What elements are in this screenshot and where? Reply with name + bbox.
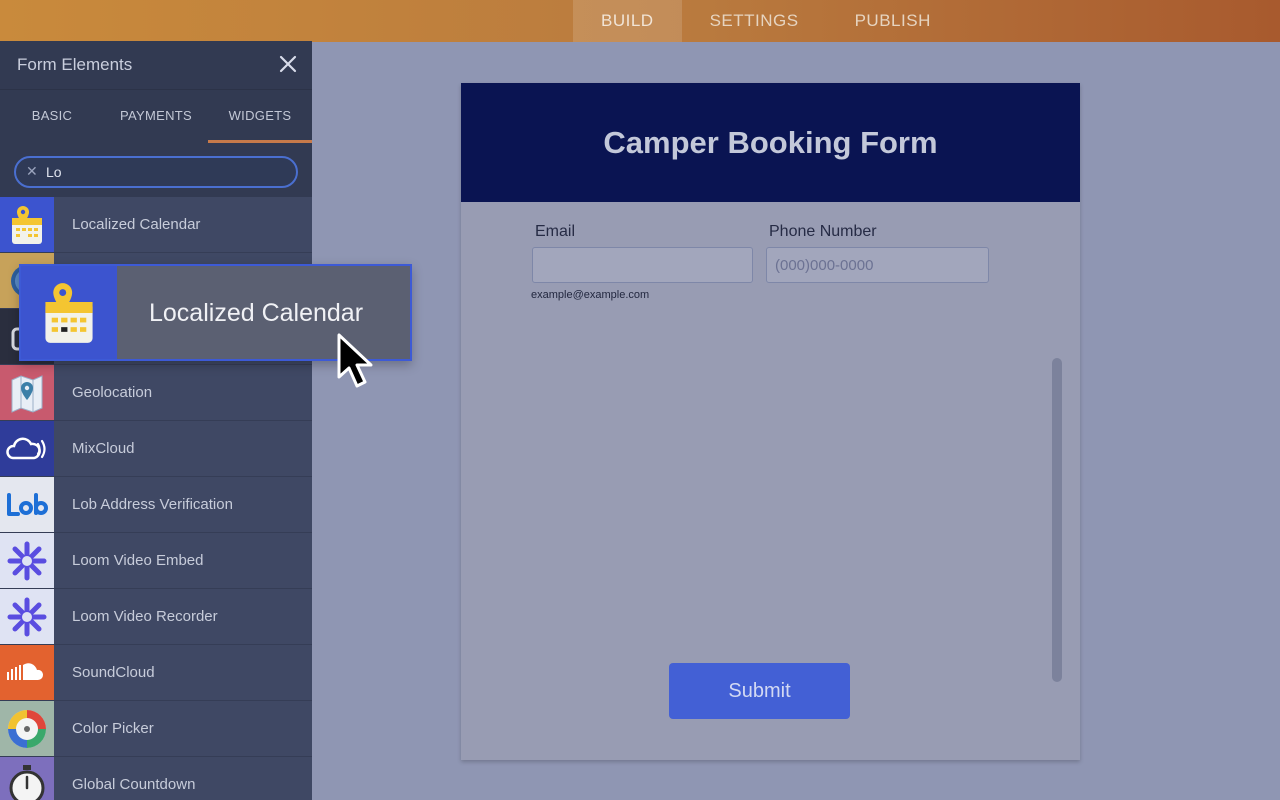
list-item-label: Lob Address Verification: [72, 496, 233, 513]
tab-build[interactable]: BUILD: [573, 0, 682, 42]
list-item-label: Localized Calendar: [72, 216, 201, 233]
list-item-label: MixCloud: [72, 440, 135, 457]
tab-basic[interactable]: BASIC: [0, 90, 104, 143]
mixcloud-icon: [0, 421, 54, 476]
calendar-pin-icon: [21, 266, 117, 359]
form-title[interactable]: Camper Booking Form: [603, 125, 937, 161]
mouse-pointer-icon: [337, 333, 373, 388]
list-item-geolocation[interactable]: Geolocation: [0, 365, 312, 421]
form-header: Camper Booking Form: [461, 83, 1080, 202]
panel-tabs: BASIC PAYMENTS WIDGETS: [0, 89, 312, 143]
form-elements-panel: Form Elements BASIC PAYMENTS WIDGETS ✕ L…: [0, 41, 312, 800]
list-item-label: Loom Video Recorder: [72, 608, 218, 625]
color-wheel-icon: [0, 701, 54, 756]
phone-field[interactable]: [766, 247, 989, 283]
tab-settings[interactable]: SETTINGS: [682, 0, 827, 42]
form-canvas: Camper Booking Form Email example@exampl…: [461, 83, 1080, 760]
search-bar: ✕: [0, 143, 312, 197]
list-item-mixcloud[interactable]: MixCloud: [0, 421, 312, 477]
list-item-soundcloud[interactable]: SoundCloud: [0, 645, 312, 701]
email-label: Email: [535, 223, 576, 240]
list-item-label: Color Picker: [72, 720, 154, 737]
submit-button[interactable]: Submit: [669, 663, 850, 719]
lob-logo-icon: [0, 477, 54, 532]
drag-ghost-label: Localized Calendar: [149, 299, 364, 327]
list-item-color-picker[interactable]: Color Picker: [0, 701, 312, 757]
email-field[interactable]: [532, 247, 753, 283]
list-item-global-countdown[interactable]: Global Countdown: [0, 757, 312, 800]
list-item-localized-calendar[interactable]: Localized Calendar: [0, 197, 312, 253]
search-box: ✕: [14, 156, 298, 188]
calendar-pin-icon: [0, 197, 54, 252]
search-input[interactable]: [46, 162, 286, 182]
panel-title: Form Elements: [17, 55, 133, 74]
email-sublabel: example@example.com: [531, 289, 650, 301]
top-bar: BUILD SETTINGS PUBLISH: [0, 0, 1280, 42]
clear-search-icon[interactable]: ✕: [26, 163, 38, 180]
tab-widgets[interactable]: WIDGETS: [208, 90, 312, 143]
tab-publish[interactable]: PUBLISH: [827, 0, 959, 42]
map-pin-icon: [0, 365, 54, 420]
stopwatch-icon: [0, 757, 54, 800]
phone-label: Phone Number: [769, 223, 877, 240]
list-item-loom-recorder[interactable]: Loom Video Recorder: [0, 589, 312, 645]
list-item-label: SoundCloud: [72, 664, 155, 681]
loom-icon: [0, 533, 54, 588]
list-item-loom-embed[interactable]: Loom Video Embed: [0, 533, 312, 589]
list-item-label: Loom Video Embed: [72, 552, 204, 569]
top-nav: BUILD SETTINGS PUBLISH: [573, 0, 959, 42]
loom-icon: [0, 589, 54, 644]
form-scrollbar[interactable]: [1052, 358, 1062, 682]
list-item-label: Geolocation: [72, 384, 153, 401]
panel-header: Form Elements: [0, 41, 312, 89]
soundcloud-icon: [0, 645, 54, 700]
close-icon[interactable]: [278, 54, 298, 74]
tab-payments[interactable]: PAYMENTS: [104, 90, 208, 143]
list-item-lob[interactable]: Lob Address Verification: [0, 477, 312, 533]
list-item-label: Global Countdown: [72, 776, 196, 793]
